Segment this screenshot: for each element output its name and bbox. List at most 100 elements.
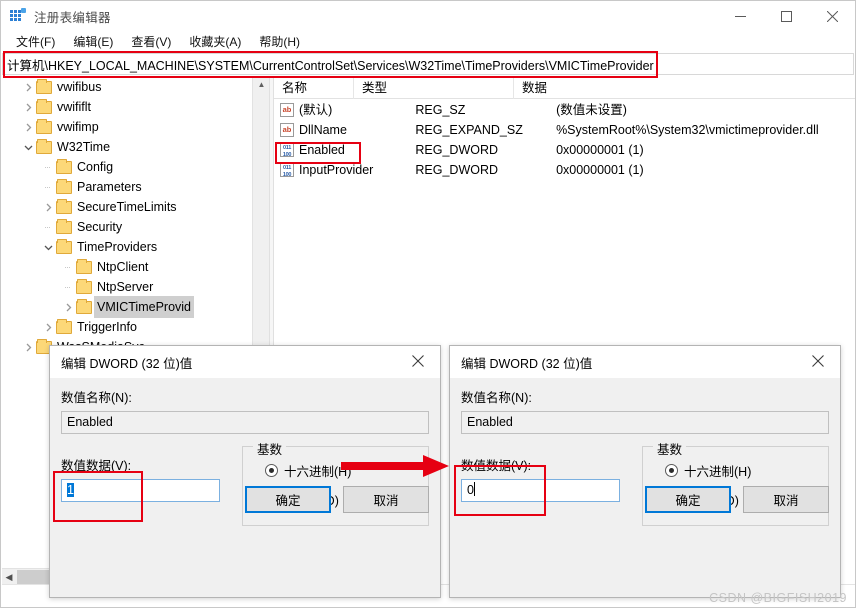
dialog-title: 编辑 DWORD (32 位)值 xyxy=(61,356,193,371)
tree-item-label: Parameters xyxy=(77,180,142,194)
chevron-right-icon[interactable] xyxy=(20,97,36,117)
tree-item-label: VMICTimeProvid xyxy=(94,296,194,318)
cell-name: ab DllName xyxy=(274,120,415,140)
dialog-close-icon[interactable] xyxy=(796,346,840,376)
cancel-button[interactable]: 取消 xyxy=(343,486,429,513)
column-header-type[interactable]: 类型 xyxy=(354,76,514,99)
table-row[interactable]: 011 100 InputProvider REG_DWORD 0x00000001 (… xyxy=(274,160,855,180)
chevron-right-icon[interactable] xyxy=(20,337,36,357)
edit-dword-dialog-after: 编辑 DWORD (32 位)值 数值名称(N): Enabled 数值数据(V… xyxy=(449,345,841,598)
value-data-label: 数值数据(V): xyxy=(61,459,132,473)
dialog-close-icon[interactable] xyxy=(396,346,440,376)
string-value-icon: ab xyxy=(280,103,294,117)
window-controls xyxy=(717,1,855,31)
ok-button[interactable]: 确定 xyxy=(645,486,731,513)
tree-item-ntpserver[interactable]: NtpServer xyxy=(2,277,251,297)
chevron-down-icon[interactable] xyxy=(20,137,36,157)
cancel-button[interactable]: 取消 xyxy=(743,486,829,513)
tree-item-label: Security xyxy=(77,220,123,234)
tree-item-label: TimeProviders xyxy=(77,240,158,254)
values-column-header: 名称 类型 数据 xyxy=(274,76,855,99)
dword-value-icon: 011 100 xyxy=(280,163,294,177)
scroll-up-icon[interactable]: ▲ xyxy=(253,77,269,91)
folder-icon xyxy=(56,158,72,174)
tree-item-vwififlt[interactable]: vwififlt xyxy=(2,97,251,117)
chevron-right-icon[interactable] xyxy=(40,317,56,337)
close-icon[interactable] xyxy=(809,1,855,31)
tree-item-parameters[interactable]: Parameters xyxy=(2,177,251,197)
tree-item-label: SecureTimeLimits xyxy=(77,200,177,214)
tree-connector xyxy=(40,217,56,237)
menu-help[interactable]: 帮助(H) xyxy=(250,32,309,51)
tree-item-triggerinfo[interactable]: TriggerInfo xyxy=(2,317,251,337)
cell-data: 0x00000001 (1) xyxy=(556,163,644,177)
folder-icon xyxy=(36,138,52,154)
cell-name: 011 100 InputProvider xyxy=(274,160,415,180)
table-row[interactable]: ab DllName REG_EXPAND_SZ %SystemRoot%\Syste… xyxy=(274,120,855,140)
tree-item-vwifimp[interactable]: vwifimp xyxy=(2,117,251,137)
value-data-text: 0 xyxy=(467,483,474,497)
column-header-data[interactable]: 数据 xyxy=(514,77,855,99)
menu-view[interactable]: 查看(V) xyxy=(122,32,180,51)
title-bar: 注册表编辑器 xyxy=(1,1,855,31)
value-name: DllName xyxy=(299,123,347,137)
cell-data: 0x00000001 (1) xyxy=(556,143,644,157)
tree-item-config[interactable]: Config xyxy=(2,157,251,177)
base-group-label: 基数 xyxy=(653,439,687,458)
table-row[interactable]: ab (默认) REG_SZ (数值未设置) xyxy=(274,100,855,120)
tree-connector xyxy=(40,157,56,177)
tree-item-label: NtpClient xyxy=(97,260,149,274)
radio-hex-label: 十六进制(H) xyxy=(684,465,752,479)
tree-item-w32time[interactable]: W32Time xyxy=(2,137,251,157)
folder-icon xyxy=(36,78,52,94)
red-arrow-annotation xyxy=(341,453,451,482)
value-data-input[interactable]: 1 xyxy=(61,479,220,502)
tree-item-timeproviders[interactable]: TimeProviders xyxy=(2,237,251,257)
tree-item-label: vwifimp xyxy=(57,120,99,134)
tree-connector xyxy=(60,257,76,277)
value-name-input[interactable]: Enabled xyxy=(61,411,429,434)
value-name-label: 数值名称(N): xyxy=(61,391,132,405)
dialog-buttons: 确定 取消 xyxy=(645,486,829,513)
folder-icon xyxy=(56,178,72,194)
menu-file[interactable]: 文件(F) xyxy=(7,32,64,51)
chevron-right-icon[interactable] xyxy=(40,197,56,217)
tree-item-security[interactable]: Security xyxy=(2,217,251,237)
dword-value-icon: 011 100 xyxy=(280,143,294,157)
cell-type: REG_SZ xyxy=(415,103,466,117)
dialog-title-bar: 编辑 DWORD (32 位)值 xyxy=(450,346,840,378)
tree-item-securetimelimits[interactable]: SecureTimeLimits xyxy=(2,197,251,217)
registry-path: 计算机\HKEY_LOCAL_MACHINE\SYSTEM\CurrentCon… xyxy=(7,58,654,73)
value-data-input[interactable]: 0 xyxy=(461,479,620,502)
tree-connector xyxy=(60,277,76,297)
minimize-icon[interactable] xyxy=(717,1,763,31)
folder-icon xyxy=(76,278,92,294)
maximize-icon[interactable] xyxy=(763,1,809,31)
table-row[interactable]: 011 100 Enabled REG_DWORD 0x00000001 (1) xyxy=(274,140,855,160)
scroll-left-icon[interactable]: ◀ xyxy=(2,569,16,585)
cell-name: 011 100 Enabled xyxy=(274,140,415,160)
menu-favorites[interactable]: 收藏夹(A) xyxy=(180,32,250,51)
registry-editor-icon xyxy=(10,8,26,24)
chevron-right-icon[interactable] xyxy=(20,117,36,137)
chevron-right-icon[interactable] xyxy=(20,77,36,97)
value-name-input[interactable]: Enabled xyxy=(461,411,829,434)
radio-hexadecimal[interactable]: 十六进制(H) xyxy=(665,461,828,480)
value-data-text: 1 xyxy=(67,483,74,497)
ok-button[interactable]: 确定 xyxy=(245,486,331,513)
column-header-name[interactable]: 名称 xyxy=(274,76,354,99)
tree-item-label: vwififlt xyxy=(57,100,92,114)
value-name: InputProvider xyxy=(299,163,374,177)
dialog-buttons: 确定 取消 xyxy=(245,486,429,513)
chevron-down-icon[interactable] xyxy=(40,237,56,257)
folder-icon xyxy=(56,318,72,334)
string-value-icon: ab xyxy=(280,123,294,137)
menu-edit[interactable]: 编辑(E) xyxy=(64,32,122,51)
chevron-right-icon[interactable] xyxy=(60,297,76,317)
tree-item-vmictimeprovid[interactable]: VMICTimeProvid xyxy=(2,296,251,318)
tree-item-vwifibus[interactable]: vwifibus xyxy=(2,77,251,97)
tree-item-ntpclient[interactable]: NtpClient xyxy=(2,257,251,277)
cell-name: ab (默认) xyxy=(274,100,415,120)
address-bar[interactable]: 计算机\HKEY_LOCAL_MACHINE\SYSTEM\CurrentCon… xyxy=(2,53,854,75)
cell-type: REG_EXPAND_SZ xyxy=(415,123,523,137)
